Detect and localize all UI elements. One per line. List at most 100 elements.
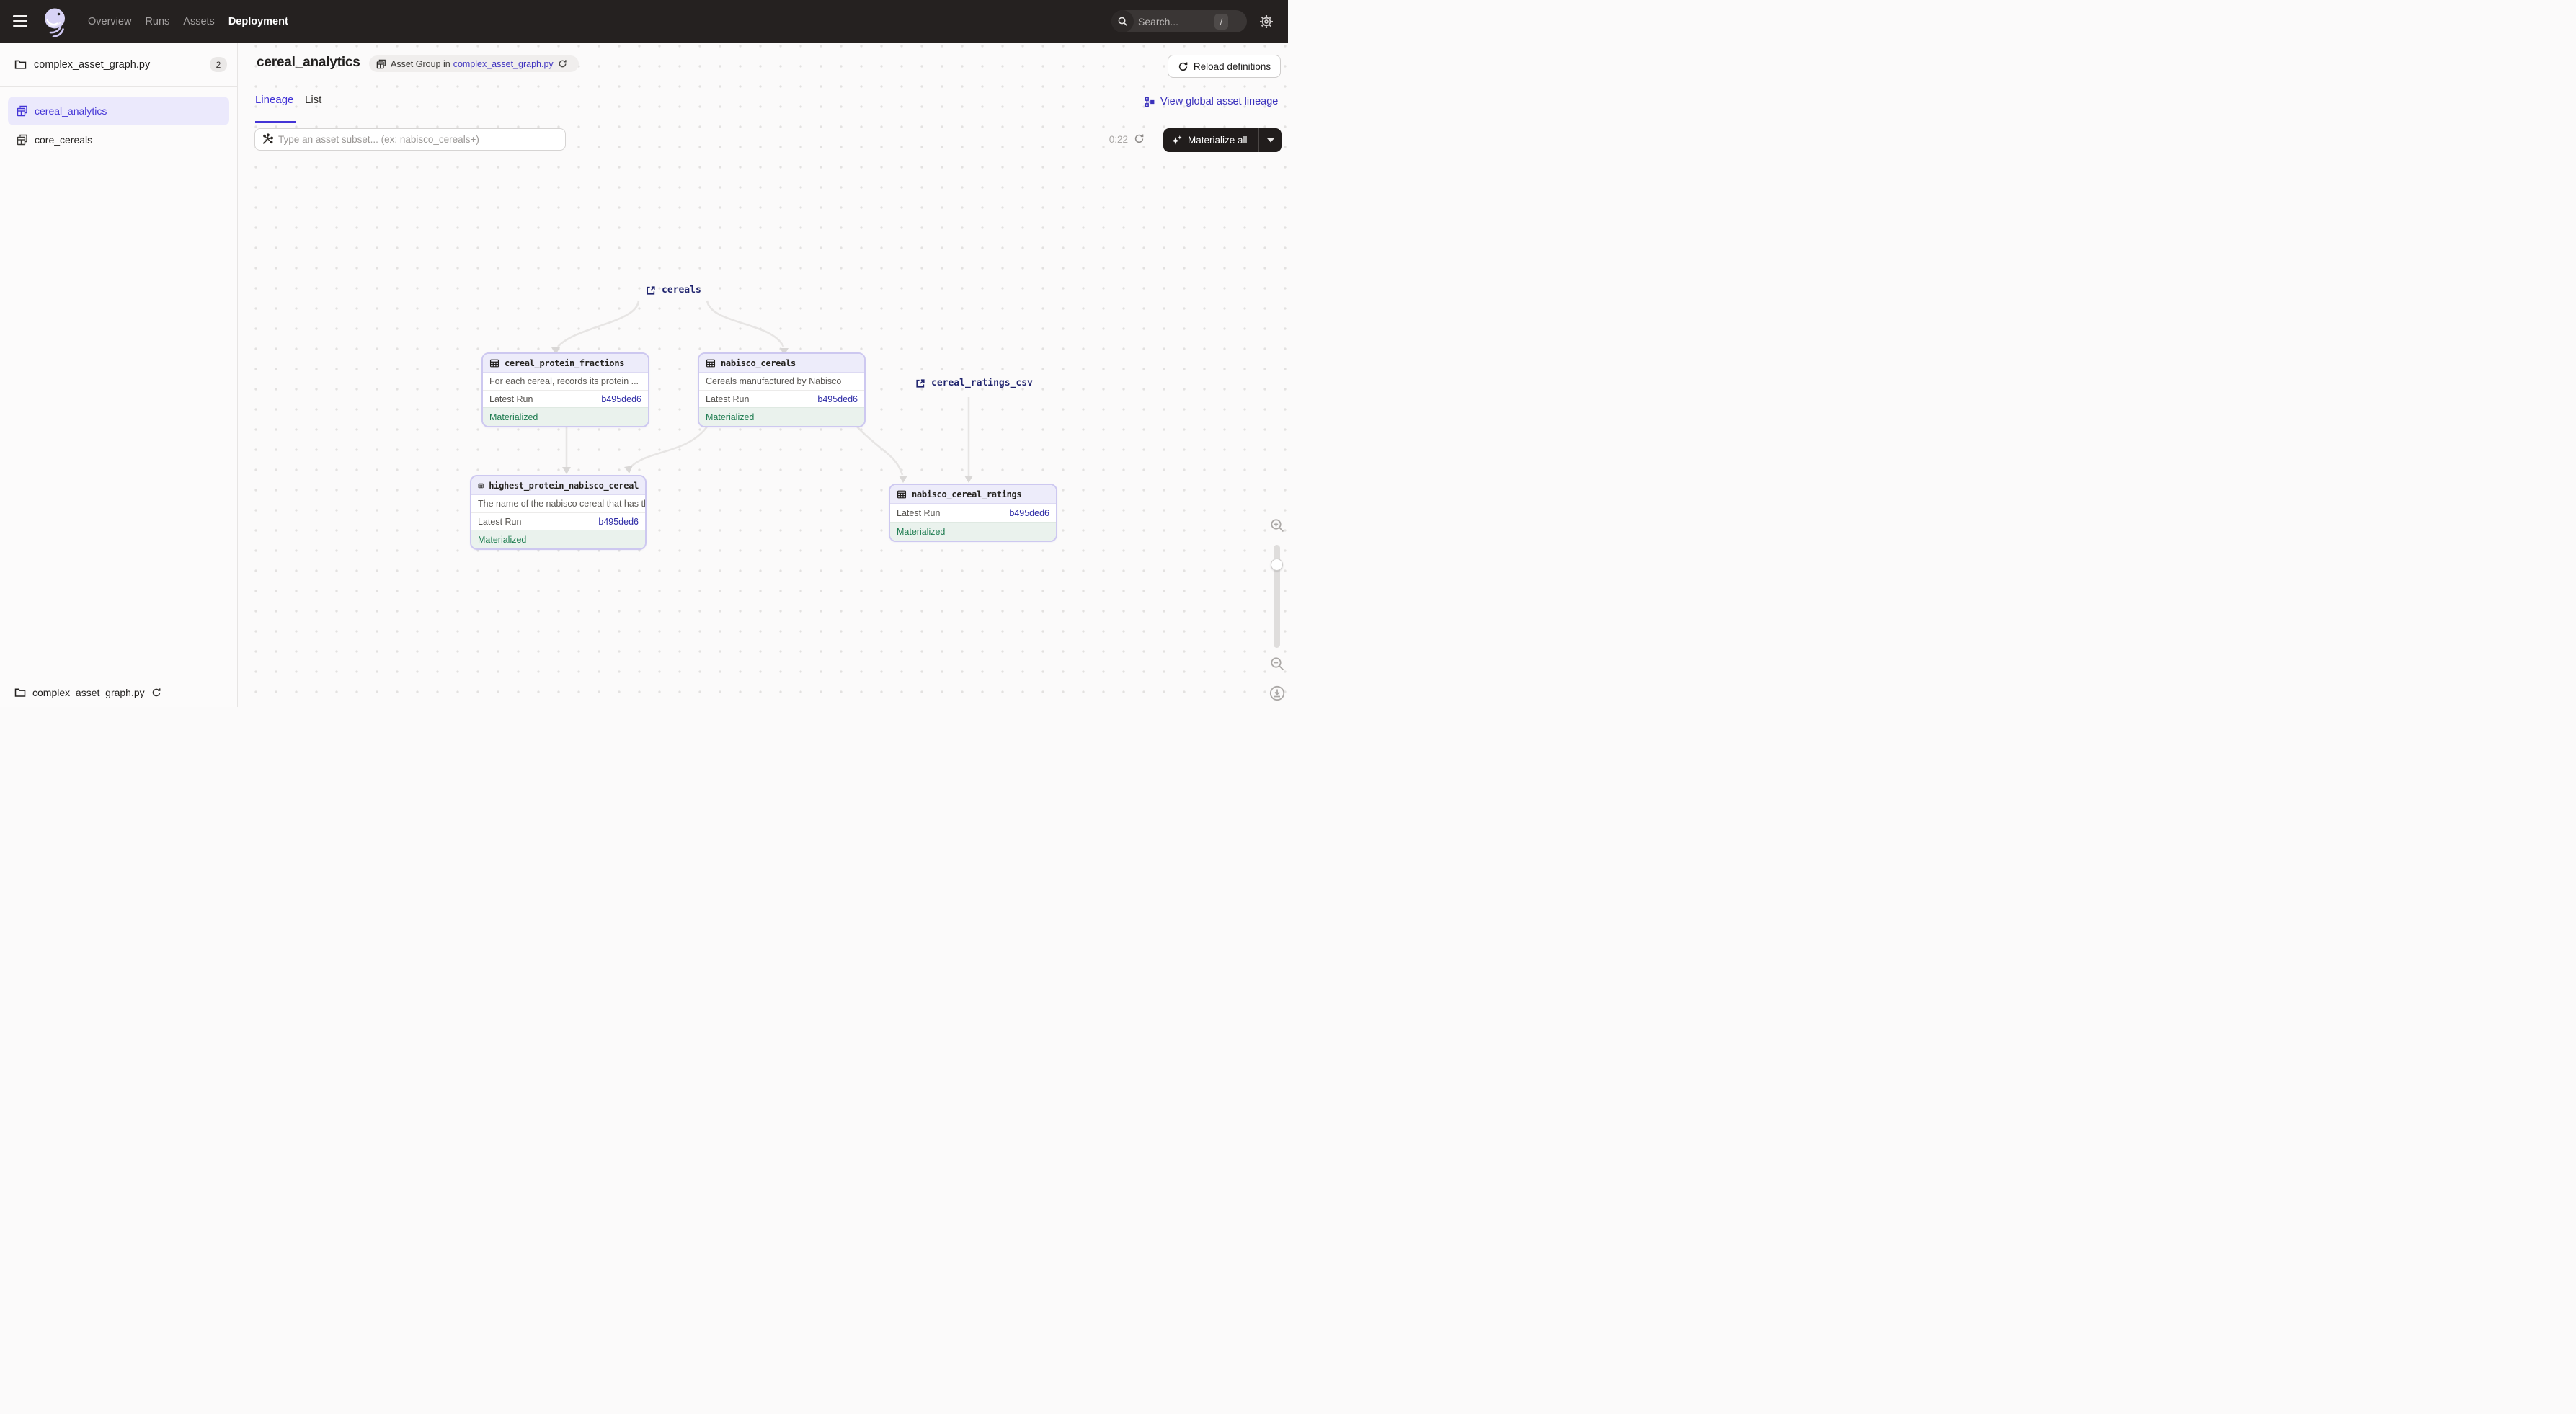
external-asset-cereal-ratings-csv[interactable]: cereal_ratings_csv bbox=[915, 378, 1033, 388]
folder-icon bbox=[14, 58, 27, 71]
sparkle-icon bbox=[1171, 135, 1183, 146]
asset-node-header: cereal_protein_fractions bbox=[483, 354, 648, 373]
folder-icon bbox=[14, 687, 26, 698]
sidebar-item-cereal-analytics[interactable]: cereal_analytics bbox=[8, 97, 229, 125]
global-search[interactable]: / bbox=[1111, 10, 1247, 32]
code-location-name: complex_asset_graph.py bbox=[34, 59, 210, 71]
zoom-in-icon[interactable] bbox=[1269, 517, 1285, 537]
search-shortcut-key: / bbox=[1214, 14, 1228, 30]
materialize-all-label: Materialize all bbox=[1188, 135, 1248, 146]
sidebar-item-core-cereals[interactable]: core_cereals bbox=[8, 125, 229, 154]
search-input[interactable] bbox=[1138, 16, 1213, 27]
reload-definitions-button[interactable]: Reload definitions bbox=[1168, 55, 1281, 78]
materialization-status: Materialized bbox=[699, 407, 864, 426]
materialize-all-button[interactable]: Materialize all bbox=[1163, 128, 1282, 152]
zoom-slider[interactable] bbox=[1274, 545, 1280, 648]
footer-code-location-name: complex_asset_graph.py bbox=[32, 687, 145, 698]
chevron-down-icon bbox=[1267, 138, 1274, 143]
zoom-out-icon[interactable] bbox=[1269, 656, 1285, 675]
reload-icon bbox=[1178, 61, 1189, 72]
external-link-icon bbox=[915, 378, 925, 388]
external-asset-cereals[interactable]: cereals bbox=[646, 285, 701, 295]
asset-description: For each cereal, records its protein ... bbox=[483, 373, 648, 391]
zoom-slider-handle[interactable] bbox=[1271, 559, 1283, 571]
asset-node-header: nabisco_cereal_ratings bbox=[890, 485, 1056, 504]
sidebar-item-label: cereal_analytics bbox=[35, 105, 107, 117]
latest-run-row: Latest Run b495ded6 bbox=[471, 513, 645, 530]
latest-run-label: Latest Run bbox=[706, 394, 749, 404]
table-icon bbox=[706, 358, 716, 368]
nav-runs[interactable]: Runs bbox=[145, 16, 169, 27]
materialization-status: Materialized bbox=[483, 407, 648, 426]
asset-name: highest_protein_nabisco_cereal bbox=[489, 481, 639, 491]
asset-node-nabisco-cereals[interactable]: nabisco_cereals Cereals manufactured by … bbox=[698, 352, 866, 427]
latest-run-row: Latest Run b495ded6 bbox=[699, 391, 864, 407]
asset-name: nabisco_cereal_ratings bbox=[912, 489, 1021, 499]
asset-description: The name of the nabisco cereal that has … bbox=[471, 495, 645, 513]
materialize-all-main[interactable]: Materialize all bbox=[1163, 128, 1258, 152]
latest-run-link[interactable]: b495ded6 bbox=[1009, 508, 1049, 518]
page-title: cereal_analytics bbox=[257, 55, 360, 71]
asset-node-header: highest_protein_nabisco_cereal bbox=[471, 476, 645, 495]
asset-node-highest-protein-nabisco-cereal[interactable]: highest_protein_nabisco_cereal The name … bbox=[470, 475, 647, 550]
table-icon bbox=[489, 358, 499, 368]
reload-icon[interactable] bbox=[151, 688, 161, 698]
latest-run-label: Latest Run bbox=[897, 508, 940, 518]
dagster-logo[interactable] bbox=[40, 6, 71, 39]
materialization-status: Materialized bbox=[471, 530, 645, 548]
nav-overview[interactable]: Overview bbox=[88, 16, 131, 27]
asset-node-header: nabisco_cereals bbox=[699, 354, 864, 373]
asset-name: nabisco_cereals bbox=[721, 358, 796, 368]
gear-icon[interactable] bbox=[1258, 14, 1274, 30]
sidebar-item-label: core_cereals bbox=[35, 134, 92, 146]
asset-node-cereal-protein-fractions[interactable]: cereal_protein_fractions For each cereal… bbox=[481, 352, 649, 427]
nav-assets[interactable]: Assets bbox=[183, 16, 215, 27]
asset-subset-filter[interactable] bbox=[254, 128, 566, 151]
asset-name: cereal_protein_fractions bbox=[505, 358, 624, 368]
code-location-sidebar: complex_asset_graph.py 2 cereal_analytic… bbox=[0, 43, 238, 707]
latest-run-link[interactable]: b495ded6 bbox=[601, 394, 641, 404]
table-icon bbox=[478, 481, 484, 491]
search-icon bbox=[1111, 10, 1134, 32]
refresh-timer: 0:22 bbox=[1101, 134, 1128, 145]
view-global-asset-lineage-link[interactable]: View global asset lineage bbox=[1145, 96, 1278, 107]
latest-run-label: Latest Run bbox=[478, 517, 521, 527]
asset-selection-icon bbox=[262, 133, 273, 146]
asset-group-pill: Asset Group in complex_asset_graph.py bbox=[369, 55, 579, 72]
tab-list[interactable]: List bbox=[305, 94, 321, 123]
latest-run-row: Latest Run b495ded6 bbox=[483, 391, 648, 407]
latest-run-row: Latest Run b495ded6 bbox=[890, 504, 1056, 522]
nav-deployment[interactable]: Deployment bbox=[228, 16, 288, 27]
tab-lineage[interactable]: Lineage bbox=[255, 94, 293, 123]
asset-node-nabisco-cereal-ratings[interactable]: nabisco_cereal_ratings Latest Run b495de… bbox=[889, 484, 1057, 542]
download-image-icon[interactable] bbox=[1269, 685, 1286, 706]
reload-definitions-label: Reload definitions bbox=[1194, 61, 1271, 72]
reload-icon[interactable] bbox=[558, 59, 572, 68]
latest-run-link[interactable]: b495ded6 bbox=[598, 517, 639, 527]
latest-run-label: Latest Run bbox=[489, 394, 533, 404]
asset-subset-input[interactable] bbox=[278, 134, 559, 145]
hamburger-menu-icon[interactable] bbox=[13, 15, 27, 27]
asset-group-count-badge: 2 bbox=[210, 57, 227, 72]
external-asset-label: cereal_ratings_csv bbox=[931, 378, 1033, 388]
table-icon bbox=[897, 489, 907, 499]
nav-links: Overview Runs Assets Deployment bbox=[88, 0, 288, 43]
asset-group-link[interactable]: complex_asset_graph.py bbox=[453, 59, 554, 69]
asset-description: Cereals manufactured by Nabisco bbox=[699, 373, 864, 391]
asset-group-prefix: Asset Group in bbox=[391, 59, 450, 69]
latest-run-link[interactable]: b495ded6 bbox=[817, 394, 858, 404]
sidebar-code-location[interactable]: complex_asset_graph.py 2 bbox=[0, 43, 237, 87]
asset-group-icon bbox=[17, 105, 28, 117]
materialize-options-caret[interactable] bbox=[1258, 128, 1282, 152]
materialization-status: Materialized bbox=[890, 522, 1056, 541]
external-asset-label: cereals bbox=[662, 285, 701, 295]
external-link-icon bbox=[646, 285, 656, 295]
sidebar-footer: complex_asset_graph.py bbox=[0, 677, 237, 707]
top-nav: Overview Runs Assets Deployment / bbox=[0, 0, 1288, 43]
zoom-controls bbox=[1266, 517, 1288, 706]
lineage-graph-icon bbox=[1145, 97, 1155, 107]
view-global-label: View global asset lineage bbox=[1160, 96, 1278, 107]
asset-group-icon bbox=[17, 134, 28, 146]
asset-group-icon bbox=[376, 59, 386, 69]
refresh-icon[interactable] bbox=[1134, 133, 1145, 148]
